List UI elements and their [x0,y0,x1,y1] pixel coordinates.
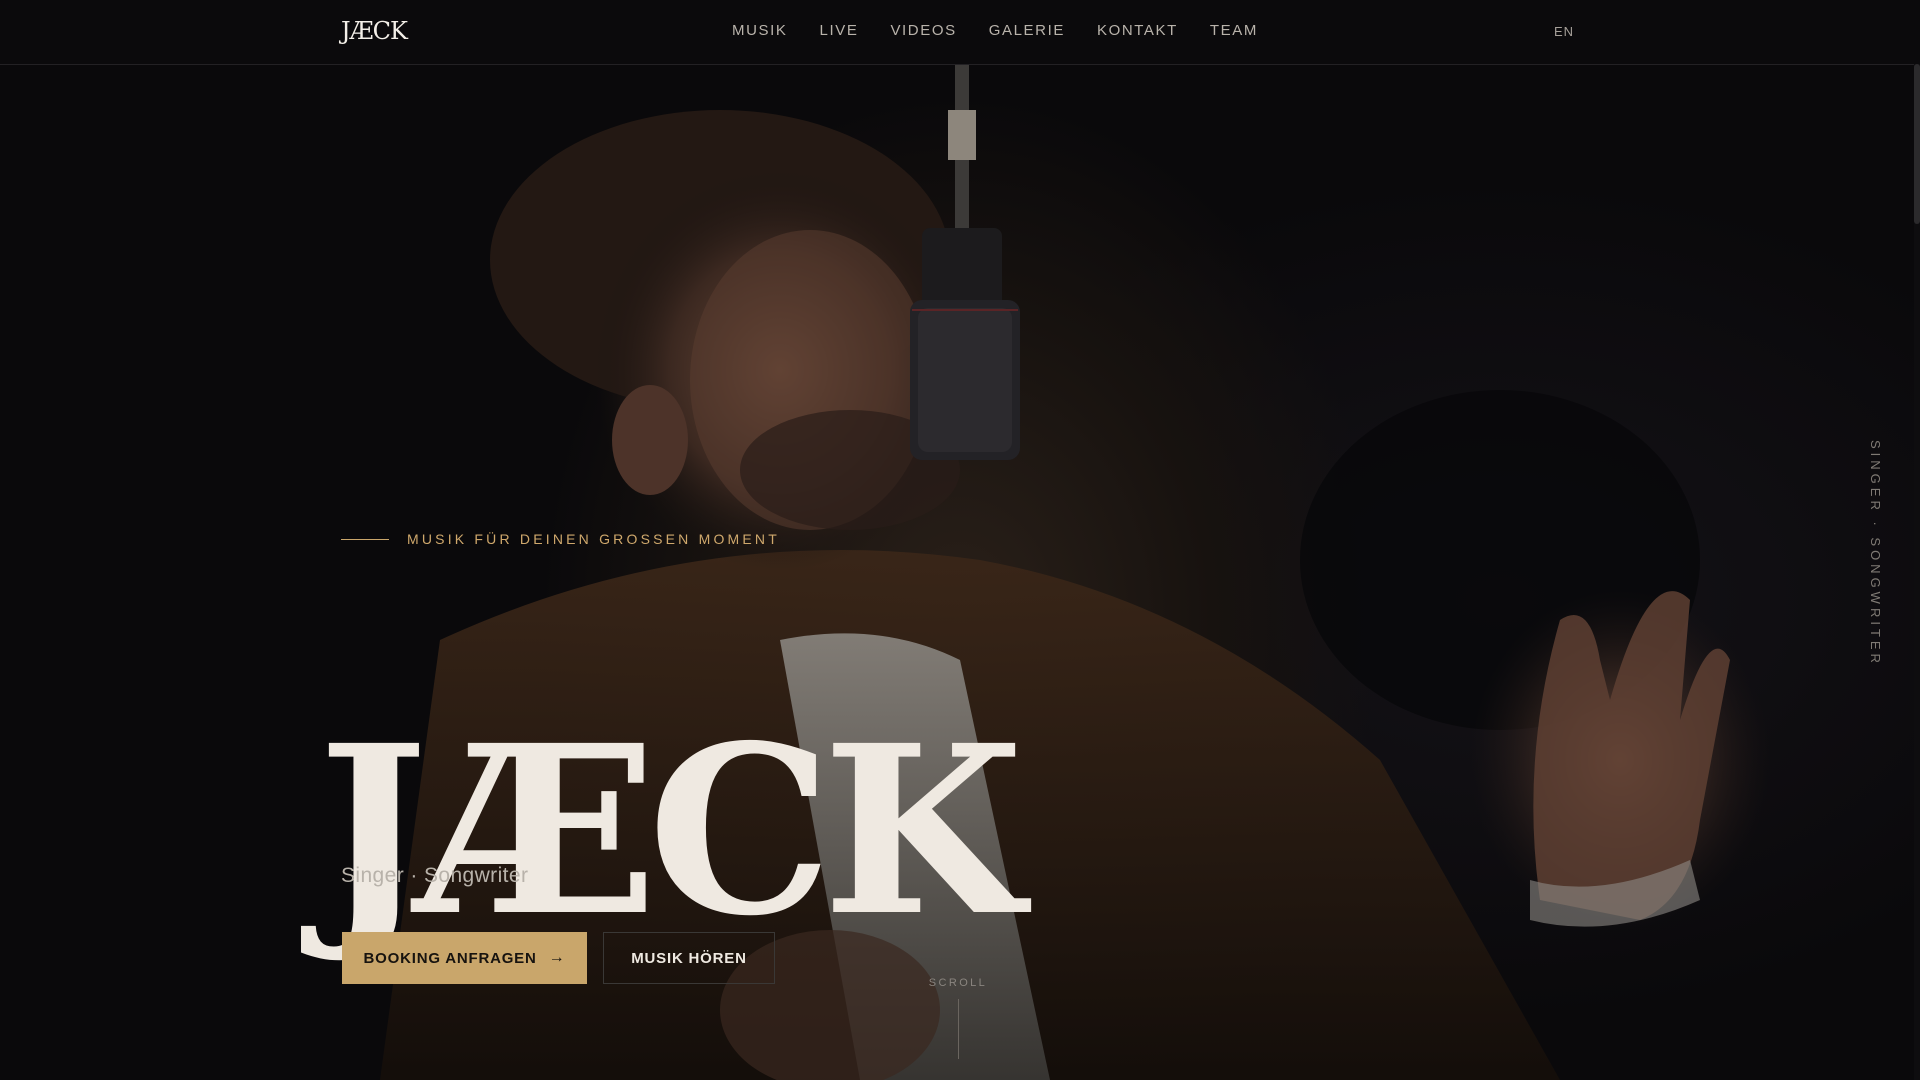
nav-item-videos[interactable]: VIDEOS [890,22,956,39]
side-vertical-label: SINGER · SONGWRITER [1868,440,1883,667]
page-scrollbar-thumb[interactable] [1914,64,1920,224]
listen-music-button[interactable]: MUSIK HÖREN [603,932,775,984]
eyebrow-text: MUSIK FÜR DEINEN GROSSEN MOMENT [407,531,780,547]
booking-button[interactable]: BOOKING ANFRAGEN → [342,932,587,984]
site-logo[interactable]: JÆCK [341,17,408,45]
main-nav: MUSIK LIVE VIDEOS GALERIE KONTAKT TEAM [732,22,1258,39]
arrow-right-icon: → [548,949,566,966]
top-navbar: JÆCK MUSIK LIVE VIDEOS GALERIE KONTAKT T… [0,0,1920,65]
scroll-label: SCROLL [928,977,988,989]
listen-music-button-label: MUSIK HÖREN [631,949,747,967]
hero-title: JÆCK [318,694,1024,968]
scroll-indicator[interactable]: SCROLL [928,977,988,1059]
page: JÆCK MUSIK LIVE VIDEOS GALERIE KONTAKT T… [0,0,1920,1080]
nav-item-kontakt[interactable]: KONTAKT [1097,22,1178,39]
nav-item-galerie[interactable]: GALERIE [989,22,1065,39]
nav-item-live[interactable]: LIVE [820,22,859,39]
language-switch[interactable]: EN [1554,24,1574,39]
hero-subtitle: Singer · Songwriter [341,864,529,887]
hero-eyebrow: MUSIK FÜR DEINEN GROSSEN MOMENT [341,531,780,547]
eyebrow-divider [341,538,389,540]
booking-button-label: BOOKING ANFRAGEN [363,949,537,967]
nav-item-musik[interactable]: MUSIK [732,22,788,39]
scroll-line [957,999,959,1059]
nav-item-team[interactable]: TEAM [1210,22,1258,39]
